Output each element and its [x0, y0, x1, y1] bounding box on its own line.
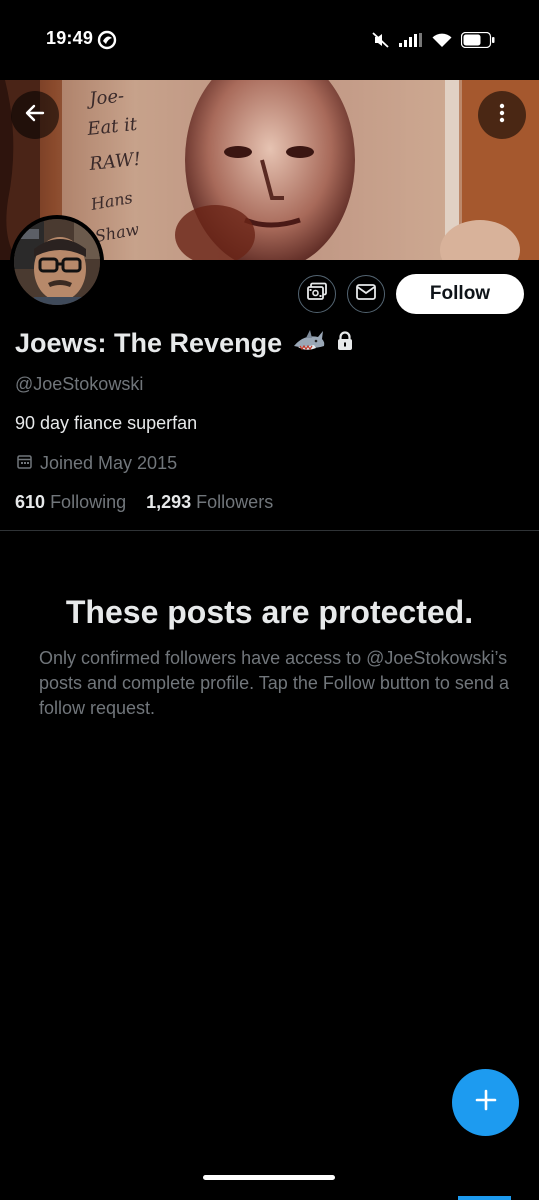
status-icons: [372, 30, 495, 50]
calendar-icon: [17, 453, 32, 474]
home-indicator[interactable]: [203, 1175, 335, 1180]
profile-handle: @JoeStokowski: [15, 374, 144, 394]
banner-handwriting: Joe-: [84, 85, 125, 110]
status-bar: 19:49: [0, 0, 539, 80]
app-notification-icon: [97, 30, 117, 50]
following-count: 610: [15, 492, 46, 512]
followers-count: 1,293: [146, 492, 192, 512]
mute-icon: [372, 32, 390, 48]
avatar-image: [14, 219, 100, 305]
display-name: Joews: The Revenge: [15, 328, 283, 358]
message-button[interactable]: [347, 275, 385, 313]
wifi-icon: [432, 33, 452, 48]
joined-date: Joined May 2015: [40, 453, 178, 473]
shark-icon: [292, 328, 326, 359]
subscriptions-button[interactable]: [298, 275, 336, 313]
divider: [0, 530, 539, 531]
subscriptions-icon: [306, 282, 328, 307]
joined-date-row: Joined May 2015: [17, 453, 177, 474]
envelope-icon: [356, 283, 376, 305]
display-name-row: Joews: The Revenge: [15, 328, 354, 359]
plus-icon: [474, 1088, 498, 1117]
compose-button[interactable]: [452, 1069, 519, 1136]
back-button[interactable]: [11, 91, 59, 139]
followers-label: Followers: [196, 492, 274, 512]
signal-icon: [399, 33, 423, 47]
more-vertical-icon: [490, 101, 514, 130]
follow-stats: 610 Following 1,293 Followers: [15, 492, 273, 513]
profile-bio: 90 day fiance superfan: [15, 413, 198, 433]
protected-description: Only confirmed followers have access to …: [39, 648, 509, 718]
more-options-button[interactable]: [478, 91, 526, 139]
battery-icon: [461, 32, 495, 48]
follow-button[interactable]: Follow: [396, 274, 524, 314]
back-arrow-icon: [23, 101, 47, 130]
bottom-accent-bar: [458, 1196, 511, 1200]
status-time: 19:49: [46, 28, 94, 48]
lock-icon: [336, 331, 354, 356]
avatar[interactable]: [10, 215, 104, 309]
following-label: Following: [50, 492, 127, 512]
following-link[interactable]: 610 Following: [15, 492, 126, 513]
followers-link[interactable]: 1,293 Followers: [146, 492, 273, 513]
protected-title: These posts are protected.: [65, 594, 474, 630]
